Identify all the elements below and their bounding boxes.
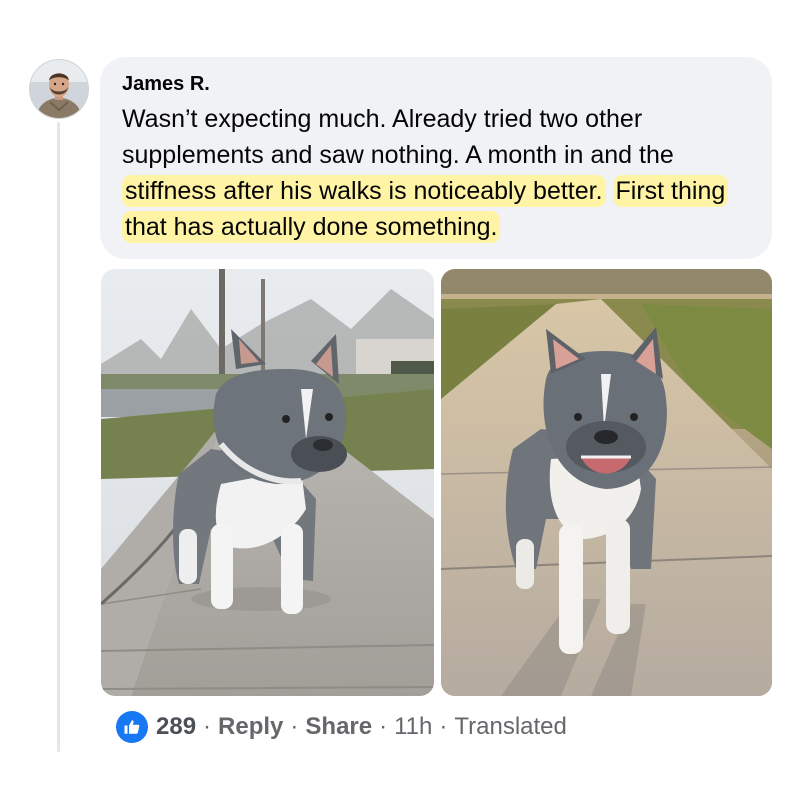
french-bulldog-photo-sunset-icon bbox=[441, 269, 772, 696]
share-link[interactable]: Share bbox=[305, 713, 372, 741]
comment-bubble: James R. Wasn’t expecting much. Already … bbox=[100, 57, 772, 259]
reaction-count[interactable]: 289 bbox=[156, 713, 196, 741]
comment-text-segment bbox=[606, 177, 613, 205]
french-bulldog-photo-street-icon bbox=[101, 269, 434, 696]
thumbs-up-glyph bbox=[124, 720, 140, 734]
thumbs-up-icon[interactable] bbox=[116, 711, 148, 743]
dog-photo-left[interactable] bbox=[101, 269, 434, 696]
avatar[interactable] bbox=[29, 59, 89, 119]
highlighted-text: stiffness after his walks is noticeably … bbox=[122, 175, 606, 207]
separator-dot: · bbox=[203, 713, 212, 740]
separator-dot: · bbox=[439, 713, 448, 740]
translated-label[interactable]: Translated bbox=[454, 713, 567, 741]
timestamp[interactable]: 11h bbox=[394, 713, 432, 741]
comment-actions: 289 · Reply · Share · 11h · Translated bbox=[116, 707, 567, 747]
user-avatar-icon bbox=[30, 60, 88, 118]
separator-dot: · bbox=[379, 713, 388, 740]
separator-dot: · bbox=[290, 713, 299, 740]
comment-text: Wasn’t expecting much. Already tried two… bbox=[122, 101, 750, 245]
thread-line bbox=[57, 122, 60, 752]
reply-link[interactable]: Reply bbox=[218, 713, 283, 741]
comment-author[interactable]: James R. bbox=[122, 71, 750, 97]
comment-text-segment: Wasn’t expecting much. Already tried two… bbox=[122, 105, 674, 169]
dog-photo-right[interactable] bbox=[441, 269, 772, 696]
